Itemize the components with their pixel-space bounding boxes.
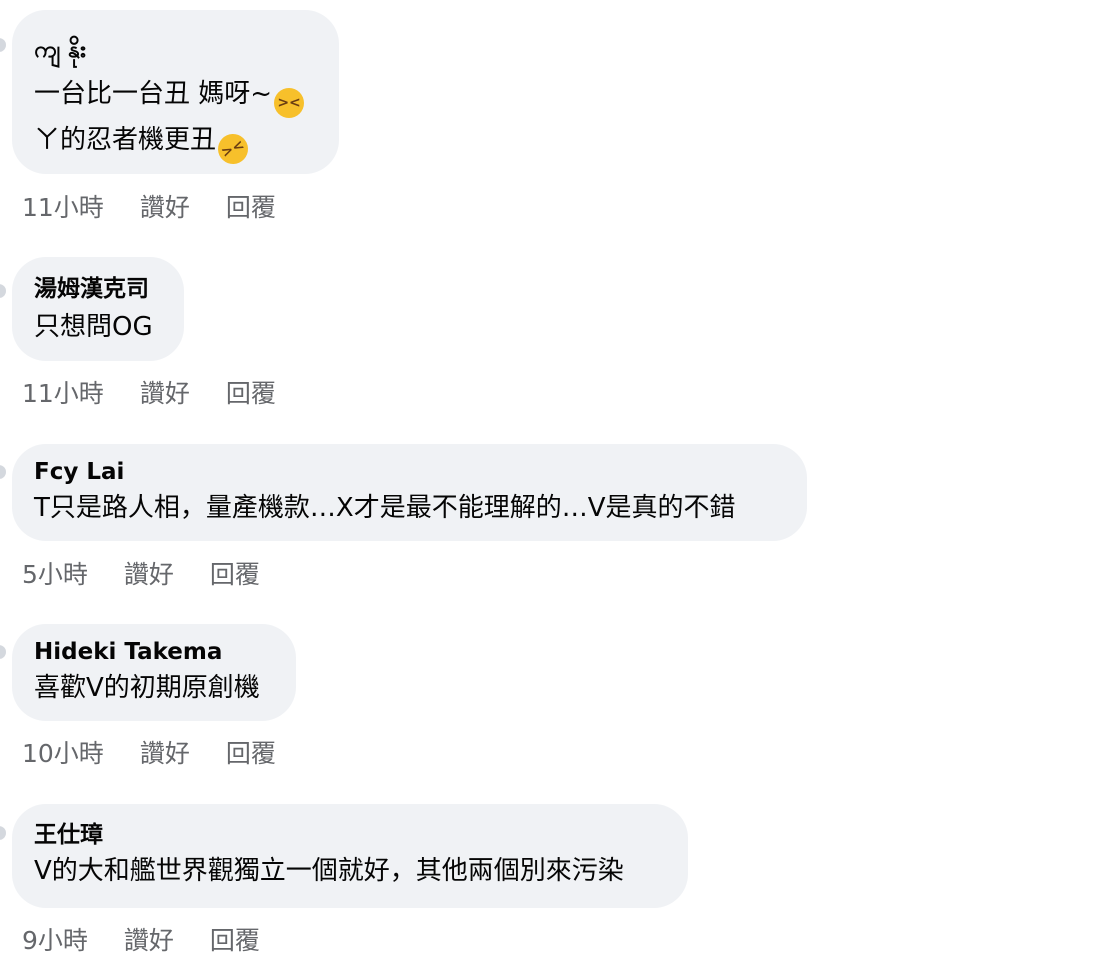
comment-item: Fcy Lai T只是路人相，量產機款…X才是最不能理解的…V是真的不錯 <box>12 444 807 541</box>
comment-item: Hideki Takema 喜歡V的初期原創機 <box>12 624 296 721</box>
reply-button[interactable]: 回覆 <box>226 374 276 410</box>
like-button[interactable]: 讚好 <box>140 734 190 770</box>
comment-text-line: 一台比一台丑 媽呀~ >< <box>34 74 317 118</box>
comment-actions: 5小時 讚好 回覆 <box>22 555 260 591</box>
comment-bubble: ကျ နိုး 一台比一台丑 媽呀~ >< ㄚ的忍者機更丑 >< <box>12 10 339 174</box>
comment-timestamp[interactable]: 11小時 <box>22 188 104 224</box>
comment-author[interactable]: Fcy Lai <box>34 456 785 488</box>
comment-text: T只是路人相，量產機款…X才是最不能理解的…V是真的不錯 <box>34 493 736 523</box>
avatar[interactable] <box>0 284 6 298</box>
comment-actions: 11小時 讚好 回覆 <box>22 188 276 224</box>
like-button[interactable]: 讚好 <box>140 374 190 410</box>
comment-timestamp[interactable]: 10小時 <box>22 734 104 770</box>
comment-text: 一台比一台丑 媽呀~ <box>34 79 273 109</box>
comment-author[interactable]: 湯姆漢克司 <box>34 273 162 305</box>
avatar[interactable] <box>0 465 6 479</box>
comment-text: 只想問OG <box>34 312 153 342</box>
like-button[interactable]: 讚好 <box>124 555 174 591</box>
like-button[interactable]: 讚好 <box>124 921 174 957</box>
comment-actions: 9小時 讚好 回覆 <box>22 921 260 957</box>
rolling-on-floor-laughing-icon: >< <box>213 129 253 169</box>
comment-bubble: Fcy Lai T只是路人相，量產機款…X才是最不能理解的…V是真的不錯 <box>12 444 807 541</box>
comment-item: ကျ နိုး 一台比一台丑 媽呀~ >< ㄚ的忍者機更丑 >< <box>12 10 339 174</box>
avatar[interactable] <box>0 38 6 52</box>
comment-item: 王仕璋 V的大和艦世界觀獨立一個就好，其他兩個別來污染 <box>12 804 688 908</box>
comment-text: 喜歡V的初期原創機 <box>34 673 260 703</box>
comment-text: V的大和艦世界觀獨立一個就好，其他兩個別來污染 <box>34 856 624 886</box>
reply-button[interactable]: 回覆 <box>226 734 276 770</box>
comment-timestamp[interactable]: 11小時 <box>22 374 104 410</box>
comment-author[interactable]: Hideki Takema <box>34 636 274 668</box>
comment-author[interactable]: 王仕璋 <box>34 819 666 851</box>
grinning-squinting-face-icon: >< <box>274 88 305 118</box>
comment-bubble: 湯姆漢克司 只想問OG <box>12 257 184 361</box>
comment-actions: 11小時 讚好 回覆 <box>22 374 276 410</box>
avatar[interactable] <box>0 826 6 840</box>
comment-actions: 10小時 讚好 回覆 <box>22 734 276 770</box>
comment-timestamp[interactable]: 5小時 <box>22 555 88 591</box>
like-button[interactable]: 讚好 <box>140 188 190 224</box>
comment-text-line: ㄚ的忍者機更丑 >< <box>34 120 317 169</box>
comment-bubble: 王仕璋 V的大和艦世界觀獨立一個就好，其他兩個別來污染 <box>12 804 688 908</box>
comment-bubble: Hideki Takema 喜歡V的初期原創機 <box>12 624 296 721</box>
reply-button[interactable]: 回覆 <box>226 188 276 224</box>
avatar[interactable] <box>0 645 6 659</box>
reply-button[interactable]: 回覆 <box>210 921 260 957</box>
comment-timestamp[interactable]: 9小時 <box>22 921 88 957</box>
comment-author[interactable]: ကျ နိုး <box>34 34 317 66</box>
comment-item: 湯姆漢克司 只想問OG <box>12 257 184 361</box>
comment-text: ㄚ的忍者機更丑 <box>34 125 217 155</box>
reply-button[interactable]: 回覆 <box>210 555 260 591</box>
